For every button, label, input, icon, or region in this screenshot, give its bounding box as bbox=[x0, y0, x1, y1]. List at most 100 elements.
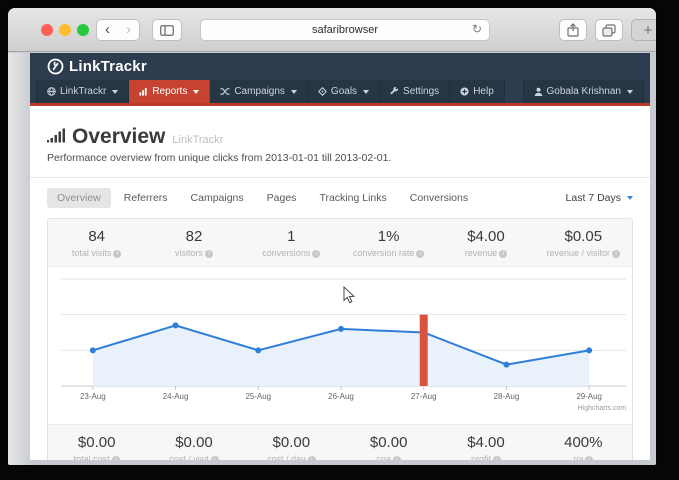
nav-accent-line bbox=[30, 103, 650, 106]
info-icon[interactable]: i bbox=[499, 250, 507, 258]
forward-button[interactable]: › bbox=[118, 20, 139, 40]
stat-label: total cost bbox=[74, 454, 110, 460]
chevron-down-icon bbox=[363, 90, 369, 94]
browser-titlebar: ‹ › safaribrowser ↻ bbox=[8, 8, 656, 52]
tab-tracking-links[interactable]: Tracking Links bbox=[309, 188, 396, 208]
date-range-dropdown[interactable]: Last 7 Days bbox=[566, 192, 633, 204]
stat-cpa: $0.00 cpai bbox=[340, 434, 437, 460]
nav-item-settings[interactable]: Settings bbox=[380, 80, 450, 103]
user-menu[interactable]: Gobala Krishnan bbox=[523, 80, 645, 103]
nav-label: Settings bbox=[403, 86, 439, 97]
info-icon[interactable]: i bbox=[112, 456, 120, 460]
brand-row: LinkTrackr bbox=[30, 53, 650, 80]
stat-value: 400% bbox=[535, 434, 632, 451]
nav-label: Goals bbox=[331, 86, 357, 97]
nav-item-reports[interactable]: Reports bbox=[129, 80, 210, 103]
browser-content: LinkTrackr LinkTrackr bbox=[8, 53, 656, 465]
address-bar-text: safaribrowser bbox=[312, 24, 378, 36]
info-icon[interactable]: i bbox=[612, 250, 620, 258]
nav-label: LinkTrackr bbox=[60, 86, 106, 97]
stat-label: conversions bbox=[262, 248, 310, 258]
window-bottom-edge bbox=[30, 460, 650, 465]
info-icon[interactable]: i bbox=[312, 250, 320, 258]
report-tabs: Overview Referrers Campaigns Pages Track… bbox=[47, 178, 633, 218]
stat-cost-visit: $0.00 cost / visiti bbox=[145, 434, 242, 460]
address-bar[interactable]: safaribrowser ↻ bbox=[200, 19, 490, 41]
back-button[interactable]: ‹ bbox=[97, 20, 118, 40]
stat-value: $0.05 bbox=[535, 228, 632, 245]
tab-referrers[interactable]: Referrers bbox=[114, 188, 178, 208]
nav-item-linktrackr[interactable]: LinkTrackr bbox=[36, 80, 129, 103]
stat-conversion-rate: 1% conversion ratei bbox=[340, 228, 437, 258]
user-name: Gobala Krishnan bbox=[547, 86, 622, 97]
share-icon bbox=[567, 23, 579, 37]
nav-item-goals[interactable]: Goals bbox=[308, 80, 380, 103]
tab-campaigns[interactable]: Campaigns bbox=[181, 188, 254, 208]
brand-name: LinkTrackr bbox=[69, 58, 147, 75]
plus-circle-icon bbox=[460, 87, 469, 96]
page-title-suffix: LinkTrackr bbox=[172, 134, 223, 146]
chevron-down-icon bbox=[112, 90, 118, 94]
stat-value: $4.00 bbox=[437, 228, 534, 245]
window-left-edge bbox=[8, 53, 30, 465]
webpage: LinkTrackr LinkTrackr bbox=[30, 53, 650, 460]
stat-roi: 400% roii bbox=[535, 434, 632, 460]
info-icon[interactable]: i bbox=[308, 456, 316, 460]
stat-value: $0.00 bbox=[145, 434, 242, 451]
stat-value: $0.00 bbox=[340, 434, 437, 451]
share-button[interactable] bbox=[559, 19, 587, 41]
x-axis-label: 24-Aug bbox=[163, 392, 189, 401]
stat-label: visitors bbox=[175, 248, 203, 258]
stat-label: revenue / visitor bbox=[547, 248, 611, 258]
stat-total-cost: $0.00 total costi bbox=[48, 434, 145, 460]
highcharts-credit[interactable]: Highcharts.com bbox=[578, 405, 627, 412]
nav-label: Reports bbox=[152, 86, 187, 97]
stat-label: revenue bbox=[465, 248, 498, 258]
x-axis-label: 29-Aug bbox=[576, 392, 602, 401]
reload-icon[interactable]: ↻ bbox=[472, 22, 482, 36]
zoom-window-button[interactable] bbox=[77, 24, 89, 36]
wrench-icon bbox=[390, 87, 399, 96]
info-icon[interactable]: i bbox=[416, 250, 424, 258]
nav-item-help[interactable]: Help bbox=[450, 80, 505, 103]
stat-label: roi bbox=[573, 454, 583, 460]
info-icon[interactable]: i bbox=[113, 250, 121, 258]
user-icon bbox=[534, 87, 543, 96]
main-content: Overview LinkTrackr Performance overview… bbox=[30, 125, 650, 460]
new-tab-button[interactable]: + bbox=[631, 19, 656, 41]
x-axis-label: 26-Aug bbox=[328, 392, 354, 401]
sidebar-toggle-button[interactable] bbox=[152, 19, 182, 41]
stat-value: $0.00 bbox=[243, 434, 340, 451]
info-icon[interactable]: i bbox=[585, 456, 593, 460]
close-window-button[interactable] bbox=[41, 24, 53, 36]
sidebar-icon bbox=[160, 25, 174, 36]
x-axis-label: 28-Aug bbox=[494, 392, 520, 401]
stat-value: 1% bbox=[340, 228, 437, 245]
stat-label: total visits bbox=[72, 248, 112, 258]
window-right-edge bbox=[650, 53, 656, 465]
target-icon bbox=[318, 87, 327, 96]
tab-pages[interactable]: Pages bbox=[257, 188, 307, 208]
stat-value: $0.00 bbox=[48, 434, 145, 451]
overview-panel: 84 total visitsi 82 visitorsi 1 conversi… bbox=[47, 218, 633, 460]
page-title: Overview bbox=[72, 125, 165, 149]
show-all-tabs-button[interactable] bbox=[595, 19, 623, 41]
info-icon[interactable]: i bbox=[211, 456, 219, 460]
minimize-window-button[interactable] bbox=[59, 24, 71, 36]
stat-profit: $4.00 profiti bbox=[437, 434, 534, 460]
nav-item-campaigns[interactable]: Campaigns bbox=[210, 80, 308, 103]
page-subtitle: Performance overview from unique clicks … bbox=[47, 152, 633, 164]
visits-chart[interactable]: 23-Aug24-Aug25-Aug26-Aug27-Aug28-Aug29-A… bbox=[48, 266, 632, 424]
stat-cost-day: $0.00 cost / dayi bbox=[243, 434, 340, 460]
x-axis-label: 25-Aug bbox=[245, 392, 271, 401]
tab-overview[interactable]: Overview bbox=[47, 188, 111, 208]
plus-icon: + bbox=[644, 22, 653, 39]
stats-row-top: 84 total visitsi 82 visitorsi 1 conversi… bbox=[48, 219, 632, 266]
info-icon[interactable]: i bbox=[493, 456, 501, 460]
info-icon[interactable]: i bbox=[393, 456, 401, 460]
tab-conversions[interactable]: Conversions bbox=[400, 188, 478, 208]
stat-label: conversion rate bbox=[353, 248, 415, 258]
info-icon[interactable]: i bbox=[205, 250, 213, 258]
x-axis-label: 27-Aug bbox=[411, 392, 437, 401]
shuffle-icon bbox=[220, 87, 230, 96]
